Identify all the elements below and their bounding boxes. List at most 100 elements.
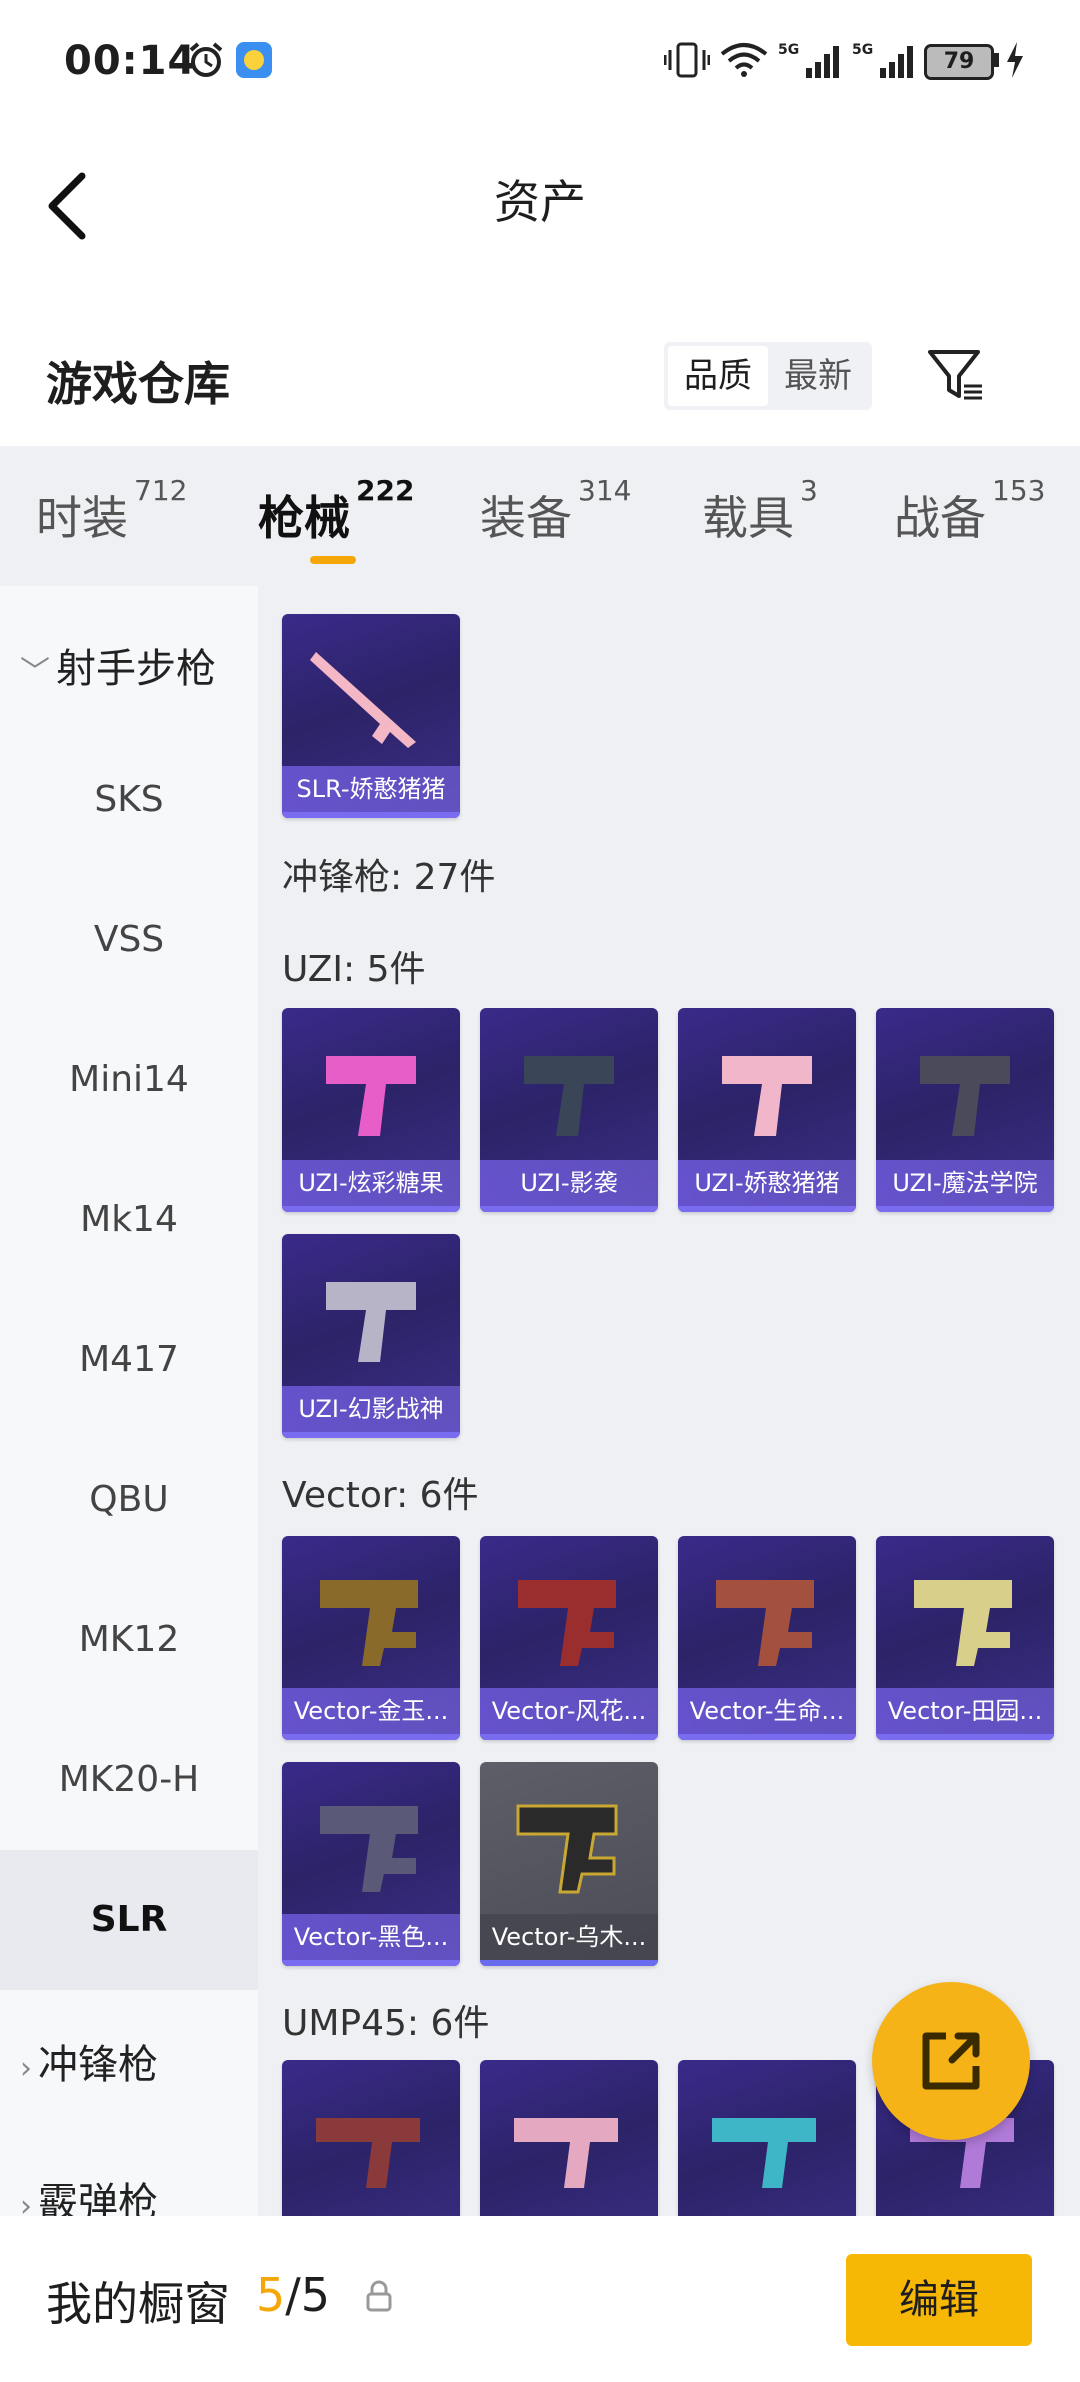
page-title: 资产 — [494, 175, 586, 229]
item-card[interactable] — [480, 2060, 658, 2216]
item-card[interactable]: UZI-影袭 — [480, 1008, 658, 1212]
tab-combat-gear[interactable]: 战备153 — [894, 474, 1045, 548]
tab-outfits[interactable]: 时装712 — [36, 474, 187, 548]
group-header-uzi: UZI: 5件 — [282, 949, 426, 990]
alarm-icon — [189, 42, 223, 77]
tab-active-indicator — [310, 556, 356, 564]
item-card[interactable]: UZI-娇憨猪猪 — [678, 1008, 856, 1212]
battery-level: 79 — [924, 44, 994, 80]
wifi-icon — [720, 43, 768, 77]
item-card[interactable]: SLR-娇憨猪猪 — [282, 614, 460, 818]
tab-label: 时装 — [36, 491, 128, 545]
chevron-right-icon: › — [20, 2051, 32, 2086]
sidebar-item-mini14[interactable]: Mini14 — [0, 1010, 258, 1150]
vector-skin-image — [518, 1580, 616, 1666]
item-name: Vector-乌木... — [480, 1914, 658, 1960]
chevron-down-icon: ﹀ — [20, 655, 50, 690]
tab-label: 装备 — [480, 491, 572, 545]
vector-skin-image — [914, 1580, 1012, 1666]
filter-icon[interactable] — [926, 346, 986, 406]
weather-app-icon — [236, 42, 272, 78]
sidebar-item-m417[interactable]: M417 — [0, 1290, 258, 1430]
uzi-skin-image — [524, 1056, 614, 1136]
item-name: UZI-娇憨猪猪 — [678, 1160, 856, 1206]
item-name: UZI-幻影战神 — [282, 1386, 460, 1432]
sidebar-group-label: 冲锋枪 — [38, 2042, 158, 2088]
sidebar-item-mk12[interactable]: MK12 — [0, 1570, 258, 1710]
svg-text:5G: 5G — [852, 42, 873, 58]
tab-label: 载具 — [702, 491, 794, 545]
sidebar-item-vss[interactable]: VSS — [0, 870, 258, 1010]
status-bar: 00:14 5G 5G 79 — [0, 0, 1080, 126]
sidebar-item-sks[interactable]: SKS — [0, 730, 258, 870]
ump45-skin-image — [514, 2118, 618, 2188]
uzi-skin-image — [326, 1056, 416, 1136]
item-name: Vector-黑色... — [282, 1914, 460, 1960]
cell-signal-2-icon: 5G — [852, 42, 913, 78]
sidebar-item-mk14[interactable]: Mk14 — [0, 1150, 258, 1290]
sort-newest-button[interactable]: 最新 — [768, 346, 868, 406]
tab-count: 314 — [578, 473, 632, 507]
app-header: 资产 游戏仓库 品质 最新 — [0, 126, 1080, 446]
sort-quality-button[interactable]: 品质 — [668, 346, 768, 406]
group-header-smg: 冲锋枪: 27件 — [282, 857, 496, 898]
item-card[interactable]: Vector-金玉... — [282, 1536, 460, 1740]
tab-count: 153 — [992, 473, 1046, 507]
item-card[interactable] — [282, 2060, 460, 2216]
tab-label: 战备 — [894, 491, 986, 545]
tab-firearms[interactable]: 枪械222 — [258, 474, 414, 548]
share-button[interactable] — [872, 1982, 1030, 2140]
item-name: Vector-生命... — [678, 1688, 856, 1734]
category-tabs: 时装712 枪械222 装备314 载具3 战备153 — [0, 446, 1080, 586]
group-header-ump45: UMP45: 6件 — [282, 2003, 490, 2044]
showcase-label: 我的橱窗 — [46, 2277, 230, 2331]
item-card[interactable]: UZI-幻影战神 — [282, 1234, 460, 1438]
sidebar-group-shotgun[interactable]: › 霰弹枪 — [20, 2170, 158, 2216]
uzi-skin-image — [920, 1056, 1010, 1136]
sidebar-group-smg[interactable]: › 冲锋枪 — [20, 2032, 158, 2090]
ump45-skin-image — [316, 2118, 420, 2188]
vector-skin-image — [320, 1580, 418, 1666]
uzi-skin-image — [326, 1282, 416, 1362]
item-card[interactable]: Vector-风花... — [480, 1536, 658, 1740]
svg-text:5G: 5G — [778, 42, 799, 58]
charging-icon — [1007, 42, 1023, 78]
tab-count: 712 — [134, 473, 188, 507]
item-name: UZI-炫彩糖果 — [282, 1160, 460, 1206]
tab-equipment[interactable]: 装备314 — [480, 474, 631, 548]
vector-skin-image — [516, 1804, 618, 1894]
item-card[interactable] — [678, 2060, 856, 2216]
item-card[interactable]: Vector-乌木... — [480, 1762, 658, 1966]
vector-skin-image — [320, 1806, 418, 1892]
sidebar-group-marksman[interactable]: ﹀ 射手步枪 — [20, 636, 216, 694]
item-card[interactable]: Vector-黑色... — [282, 1762, 460, 1966]
showcase-count-current: 5 — [256, 2268, 286, 2322]
sidebar-group-label: 霰弹枪 — [38, 2180, 158, 2216]
sidebar-group-label: 射手步枪 — [56, 646, 216, 692]
status-time: 00:14 — [64, 38, 197, 84]
tab-count: 222 — [356, 473, 415, 507]
lock-icon — [366, 2280, 392, 2312]
section-title: 游戏仓库 — [46, 357, 230, 411]
item-card[interactable]: Vector-生命... — [678, 1536, 856, 1740]
tab-count: 3 — [800, 473, 818, 507]
item-card[interactable]: UZI-炫彩糖果 — [282, 1008, 460, 1212]
showcase-count-total: 5 — [300, 2268, 331, 2322]
item-card[interactable]: Vector-田园... — [876, 1536, 1054, 1740]
ump45-skin-image — [712, 2118, 816, 2188]
battery-indicator: 79 — [924, 40, 1002, 80]
tab-vehicles[interactable]: 载具3 — [702, 474, 818, 548]
weapon-type-sidebar: ﹀ 射手步枪 SKS VSS Mini14 Mk14 M417 QBU MK12 … — [0, 586, 258, 2216]
item-card[interactable]: UZI-魔法学院 — [876, 1008, 1054, 1212]
showcase-bar: 我的橱窗 5/5 编辑 — [0, 2216, 1080, 2382]
showcase-count-separator: / — [285, 2268, 301, 2322]
chevron-right-icon: › — [20, 2189, 32, 2216]
share-external-icon — [922, 2032, 980, 2090]
showcase-count: 5/5 — [256, 2268, 330, 2322]
edit-button[interactable]: 编辑 — [846, 2254, 1032, 2346]
item-name: Vector-风花... — [480, 1688, 658, 1734]
sidebar-item-qbu[interactable]: QBU — [0, 1430, 258, 1570]
sidebar-item-mk20h[interactable]: MK20-H — [0, 1710, 258, 1850]
sidebar-item-slr[interactable]: SLR — [0, 1850, 258, 1990]
vibrate-icon — [664, 42, 710, 78]
